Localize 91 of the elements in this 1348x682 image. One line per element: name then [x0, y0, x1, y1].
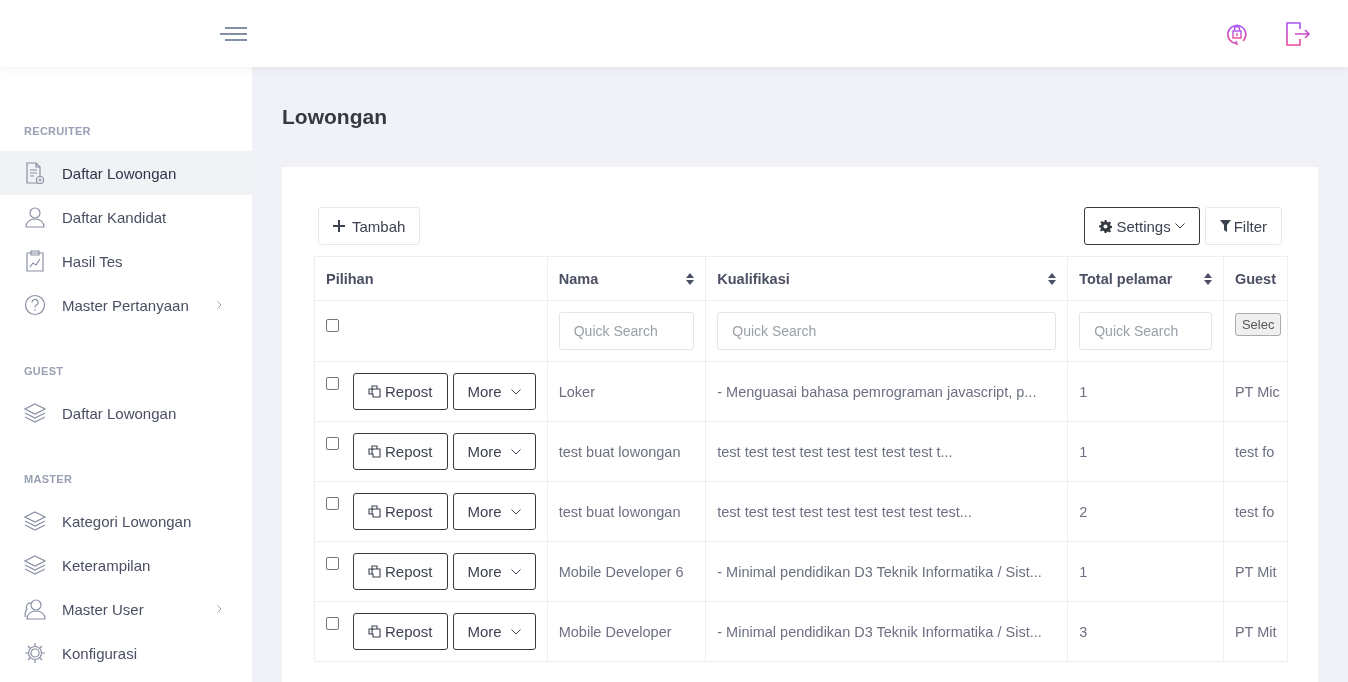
sidebar-item[interactable]: Master Pertanyaan	[0, 283, 252, 327]
table-cell: test fo	[1223, 481, 1288, 542]
sidebar-item[interactable]: Master User	[0, 587, 252, 631]
gear-icon	[24, 642, 46, 664]
question-icon	[24, 294, 46, 316]
copy-icon	[368, 565, 381, 578]
column-header: Guest	[1223, 256, 1288, 301]
table-cell: test buat lowongan	[547, 421, 706, 482]
checkbox[interactable]	[326, 497, 339, 510]
checkbox[interactable]	[326, 377, 339, 390]
checkbox[interactable]	[326, 437, 339, 450]
copy-icon	[368, 505, 381, 518]
search-field[interactable]: Quick Search	[717, 312, 1057, 350]
sidebar-item[interactable]: Kategori Lowongan	[0, 499, 252, 543]
filter-icon	[1219, 220, 1231, 232]
repost-button[interactable]: Repost	[353, 373, 448, 410]
table-cell: 3	[1067, 601, 1224, 662]
section-heading: MASTER	[23, 473, 74, 485]
checkbox[interactable]	[326, 557, 339, 570]
more-button[interactable]: More	[452, 433, 536, 470]
menu-icon[interactable]	[220, 24, 250, 43]
section-heading: RECRUITER	[23, 125, 92, 137]
document-icon	[24, 162, 46, 184]
sort-icon	[1048, 272, 1057, 285]
layers-icon	[24, 510, 46, 532]
checkbox[interactable]	[326, 617, 339, 630]
column-header[interactable]: Nama	[547, 256, 706, 301]
checkbox[interactable]	[326, 319, 339, 332]
user-icon	[24, 206, 46, 228]
caret-icon	[510, 448, 521, 455]
settings-icon	[1099, 219, 1113, 233]
search-field[interactable]: Quick Search	[558, 312, 695, 350]
table-cell: 2	[1067, 481, 1224, 542]
repost-button[interactable]: Repost	[353, 493, 448, 530]
table-cell: PT Mit	[1223, 601, 1288, 662]
sidebar-item[interactable]: Konfigurasi	[0, 631, 252, 675]
table-cell: test buat lowongan	[547, 481, 706, 542]
table-cell: 1	[1067, 421, 1224, 482]
layers-icon	[24, 554, 46, 576]
repost-button[interactable]: Repost	[353, 433, 448, 470]
sort-icon	[686, 272, 695, 285]
caret-icon	[510, 508, 521, 515]
table-cell: test test test test test test test test test...	[705, 481, 1068, 542]
caret-icon	[510, 568, 521, 575]
section-heading: GUEST	[23, 365, 65, 377]
table-cell: - Menguasai bahasa pemrograman javascript, p...	[705, 361, 1068, 422]
table-cell: PT Mit	[1223, 541, 1288, 602]
chevron-right-icon	[217, 605, 222, 613]
search-field[interactable]: Quick Search	[1079, 312, 1212, 350]
chevron-right-icon	[217, 301, 222, 309]
sidebar-item[interactable]: Hasil Tes	[0, 239, 252, 283]
table-cell: PT Mic	[1223, 361, 1288, 422]
sort-icon	[1203, 272, 1212, 285]
more-button[interactable]: More	[452, 613, 536, 650]
settings-button[interactable]: Settings	[1084, 207, 1200, 245]
layers-icon	[24, 402, 46, 424]
more-button[interactable]: More	[452, 373, 536, 410]
table-cell: test fo	[1223, 421, 1288, 482]
caret-icon	[510, 388, 521, 395]
logout-icon[interactable]	[1286, 21, 1310, 46]
table-cell: - Minimal pendidikan D3 Teknik Informatika / Sist...	[705, 601, 1068, 662]
sidebar-item[interactable]: Keterampilan	[0, 543, 252, 587]
table-cell: Mobile Developer 6	[547, 541, 706, 602]
plus-icon	[333, 220, 345, 232]
table-cell: test test test test test test test test t...	[705, 421, 1068, 482]
table-cell: Loker	[547, 361, 706, 422]
sidebar-item[interactable]: Daftar Kandidat	[0, 195, 252, 239]
column-header[interactable]: Total pelamar	[1067, 256, 1224, 301]
table-cell: Mobile Developer	[547, 601, 706, 662]
copy-icon	[368, 385, 381, 398]
table-cell: 1	[1067, 361, 1224, 422]
sidebar-item[interactable]: Daftar Lowongan	[0, 391, 252, 435]
filter-button[interactable]: Filter	[1204, 207, 1282, 245]
table-cell: - Minimal pendidikan D3 Teknik Informatika / Sist...	[705, 541, 1068, 602]
column-header: Pilihan	[314, 256, 548, 301]
copy-icon	[368, 625, 381, 638]
table-cell: 1	[1067, 541, 1224, 602]
sidebar-item[interactable]: Daftar Lowongan	[0, 151, 252, 195]
repost-button[interactable]: Repost	[353, 553, 448, 590]
caret-icon	[1174, 223, 1185, 229]
add-button[interactable]: Tambah	[318, 207, 421, 245]
caret-icon	[510, 628, 521, 635]
page-title: Lowongan	[282, 105, 388, 129]
more-button[interactable]: More	[452, 553, 536, 590]
users-icon	[24, 598, 46, 620]
repost-button[interactable]: Repost	[353, 613, 448, 650]
more-button[interactable]: More	[452, 493, 536, 530]
clipboard-icon	[24, 250, 46, 272]
column-header[interactable]: Kualifikasi	[705, 256, 1068, 301]
copy-icon	[368, 445, 381, 458]
select-field[interactable]: Selec	[1234, 313, 1282, 336]
